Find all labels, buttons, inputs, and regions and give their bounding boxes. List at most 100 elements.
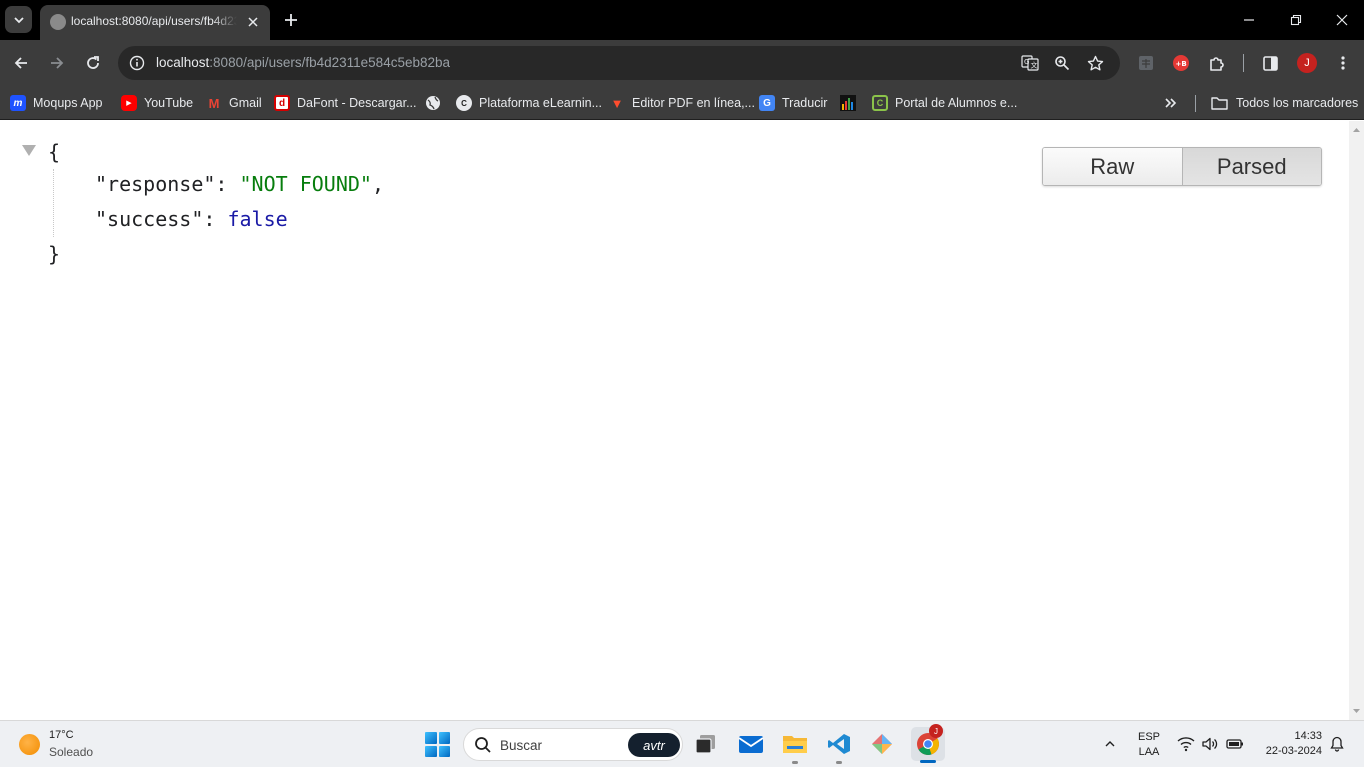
taskbar-chrome[interactable]: J xyxy=(911,724,945,763)
extension-web-button[interactable]: +B xyxy=(1166,48,1196,78)
site-info-button[interactable] xyxy=(124,50,150,76)
browser-toolbar: localhost:8080/api/users/fb4d2311e584c5e… xyxy=(0,40,1364,86)
extensions-button[interactable] xyxy=(1202,48,1232,78)
battery-status[interactable] xyxy=(1226,735,1244,753)
taskbar: 17°C Soleado Buscar avtr J ESP LAA 14:33… xyxy=(0,720,1364,767)
scroll-down-icon[interactable] xyxy=(1349,705,1364,717)
clock-date: 22-03-2024 xyxy=(1265,745,1322,757)
star-icon xyxy=(1087,55,1103,70)
zoom-icon xyxy=(1055,56,1070,71)
info-icon xyxy=(129,55,145,71)
chrome-profile-badge: J xyxy=(929,724,943,738)
bookmark-pdf-editor[interactable]: ▼ Editor PDF en línea,... xyxy=(609,92,755,114)
taskbar-file-explorer[interactable] xyxy=(780,729,810,764)
address-bar[interactable]: localhost:8080/api/users/fb4d2311e584c5e… xyxy=(118,46,1120,80)
profile-button[interactable]: J xyxy=(1292,48,1322,78)
wifi-icon xyxy=(1177,737,1195,752)
url-text[interactable]: localhost:8080/api/users/fb4d2311e584c5e… xyxy=(156,55,450,70)
bookmark-youtube[interactable]: ▶ YouTube xyxy=(121,92,193,114)
scroll-up-icon[interactable] xyxy=(1349,124,1364,136)
chart-bars-icon xyxy=(840,95,856,111)
active-indicator xyxy=(920,760,936,763)
windows-logo-pane xyxy=(438,732,450,744)
translate-button[interactable]: G文 xyxy=(1019,52,1041,74)
search-placeholder: Buscar xyxy=(500,738,543,753)
json-string-value: "NOT FOUND" xyxy=(239,172,372,196)
translate-icon: G xyxy=(759,95,775,111)
tab-title: localhost:8080/api/users/fb4d2311e584c5e… xyxy=(71,14,237,28)
page-content: { "response": "NOT FOUND", "success": fa… xyxy=(0,121,1349,720)
taskbar-search[interactable]: Buscar avtr xyxy=(463,728,683,761)
url-host: localhost xyxy=(156,55,210,70)
zoom-button[interactable] xyxy=(1051,52,1073,74)
all-bookmarks-button[interactable]: Todos los marcadores xyxy=(1211,92,1358,114)
chevron-double-right-icon xyxy=(1165,98,1177,108)
side-panel-button[interactable] xyxy=(1255,48,1285,78)
back-button[interactable] xyxy=(6,48,36,78)
tab-search-button[interactable] xyxy=(5,6,32,33)
avatar: J xyxy=(1297,53,1317,73)
bookmark-globe[interactable] xyxy=(425,92,441,114)
collapse-toggle-icon[interactable] xyxy=(22,145,36,156)
sun-icon xyxy=(19,734,40,755)
volume-control[interactable] xyxy=(1201,735,1219,753)
bookmarks-bar: m Moqups App ▶ YouTube M Gmail d DaFont … xyxy=(0,86,1364,120)
taskbar-mail[interactable] xyxy=(736,729,766,759)
bookmark-moqups[interactable]: m Moqups App xyxy=(10,92,103,114)
json-close-brace: } xyxy=(48,242,61,266)
bookmark-chart[interactable] xyxy=(840,92,856,114)
bookmark-portal-alumnos[interactable]: C Portal de Alumnos e... xyxy=(872,92,1017,114)
bookmark-elearning[interactable]: C Plataforma eLearnin... xyxy=(456,92,602,114)
folder-icon xyxy=(1211,97,1228,110)
active-tab[interactable]: localhost:8080/api/users/fb4d2311e584c5e… xyxy=(40,5,270,40)
bookmark-label: Traducir xyxy=(782,96,828,110)
pdf-editor-icon: ▼ xyxy=(610,95,624,111)
puzzle-icon xyxy=(1210,57,1224,71)
bookmark-dafont[interactable]: d DaFont - Descargar... xyxy=(274,92,417,114)
show-hidden-icons-button[interactable] xyxy=(1101,735,1119,753)
json-comma: , xyxy=(371,172,385,196)
running-indicator xyxy=(792,761,798,764)
mail-icon xyxy=(738,736,764,753)
toolbar-divider xyxy=(1243,54,1244,72)
browser-menu-button[interactable] xyxy=(1328,48,1358,78)
reload-button[interactable] xyxy=(78,48,108,78)
input-language-indicator[interactable]: ESP LAA xyxy=(1136,730,1162,760)
folder-icon xyxy=(783,736,807,753)
raw-button[interactable]: Raw xyxy=(1043,148,1183,185)
bookmark-label: Gmail xyxy=(229,96,262,110)
network-status[interactable] xyxy=(1177,735,1195,753)
bookmark-gmail[interactable]: M Gmail xyxy=(206,92,262,114)
notifications-button[interactable] xyxy=(1329,736,1345,752)
minimize-icon xyxy=(1244,19,1254,21)
windows-logo-pane xyxy=(425,745,437,757)
vertical-scrollbar[interactable] xyxy=(1349,121,1364,720)
system-clock[interactable]: 14:33 22-03-2024 xyxy=(1254,729,1322,759)
taskbar-vscode[interactable] xyxy=(824,729,854,764)
restore-button[interactable] xyxy=(1281,5,1311,35)
parsed-button[interactable]: Parsed xyxy=(1182,148,1321,185)
taskbar-app-diamond[interactable] xyxy=(867,729,897,759)
weather-description: Soleado xyxy=(49,745,94,759)
start-button[interactable] xyxy=(425,732,450,757)
url-path: :8080/api/users/fb4d2311e584c5eb82ba xyxy=(209,55,451,70)
all-bookmarks-label: Todos los marcadores xyxy=(1236,96,1359,110)
close-icon xyxy=(1336,14,1348,26)
language-code: ESP xyxy=(1137,731,1160,743)
diamond-app-icon xyxy=(872,734,892,754)
elearning-icon: C xyxy=(456,95,472,111)
taskbar-task-view[interactable] xyxy=(691,729,721,759)
bookmark-traducir[interactable]: G Traducir xyxy=(759,92,827,114)
svg-text:+B: +B xyxy=(1176,60,1187,68)
speaker-icon xyxy=(1202,737,1218,751)
forward-button[interactable] xyxy=(42,48,72,78)
bookmarks-overflow-button[interactable] xyxy=(1164,92,1178,114)
keyboard-layout: LAA xyxy=(1138,746,1160,758)
minimize-button[interactable] xyxy=(1234,5,1264,35)
extension-sheets-button[interactable] xyxy=(1131,48,1161,78)
new-tab-button[interactable] xyxy=(280,9,302,31)
close-window-button[interactable] xyxy=(1327,5,1357,35)
close-tab-button[interactable] xyxy=(244,13,262,31)
bookmark-star-button[interactable] xyxy=(1084,52,1106,74)
json-boolean-value: false xyxy=(227,207,288,231)
